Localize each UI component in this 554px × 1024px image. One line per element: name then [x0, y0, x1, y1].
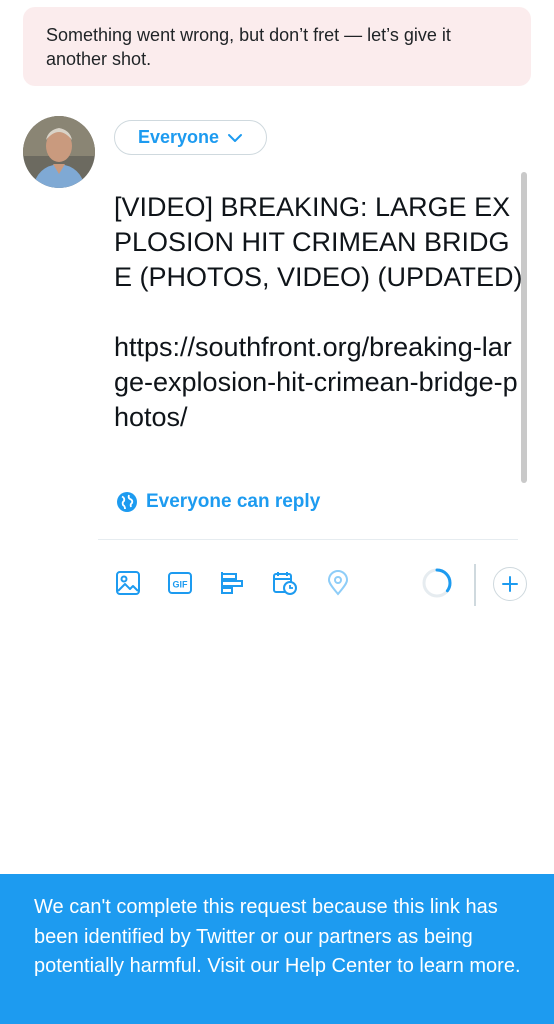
scrollbar[interactable]	[521, 172, 527, 483]
reply-setting-button[interactable]: Everyone can reply	[117, 491, 320, 513]
location-icon[interactable]	[325, 570, 351, 596]
error-banner: Something went wrong, but don’t fret — l…	[23, 7, 531, 86]
globe-icon	[117, 492, 137, 512]
image-icon[interactable]	[115, 570, 141, 596]
toolbar-separator	[474, 564, 476, 606]
chevron-down-icon	[228, 133, 243, 142]
audience-selector[interactable]: Everyone	[114, 120, 267, 155]
reply-setting-label: Everyone can reply	[146, 491, 321, 512]
composer-toolbar: GIF	[0, 560, 554, 608]
character-count-ring	[422, 568, 452, 598]
tweet-text-input[interactable]: [VIDEO] BREAKING: LARGE EXPLOSION HIT CR…	[114, 190, 526, 435]
error-message: Something went wrong, but don’t fret — l…	[46, 25, 451, 69]
gif-icon[interactable]: GIF	[167, 570, 193, 596]
add-thread-button[interactable]	[493, 567, 527, 601]
plus-icon	[502, 576, 518, 592]
harmful-link-toast: We can't complete this request because t…	[0, 874, 554, 1024]
poll-icon[interactable]	[219, 570, 245, 596]
audience-label: Everyone	[137, 127, 220, 147]
divider	[98, 539, 518, 540]
avatar[interactable]	[23, 116, 95, 188]
gif-label: GIF	[173, 580, 189, 590]
schedule-icon[interactable]	[272, 570, 298, 596]
toast-message: We can't complete this request because t…	[34, 896, 521, 977]
